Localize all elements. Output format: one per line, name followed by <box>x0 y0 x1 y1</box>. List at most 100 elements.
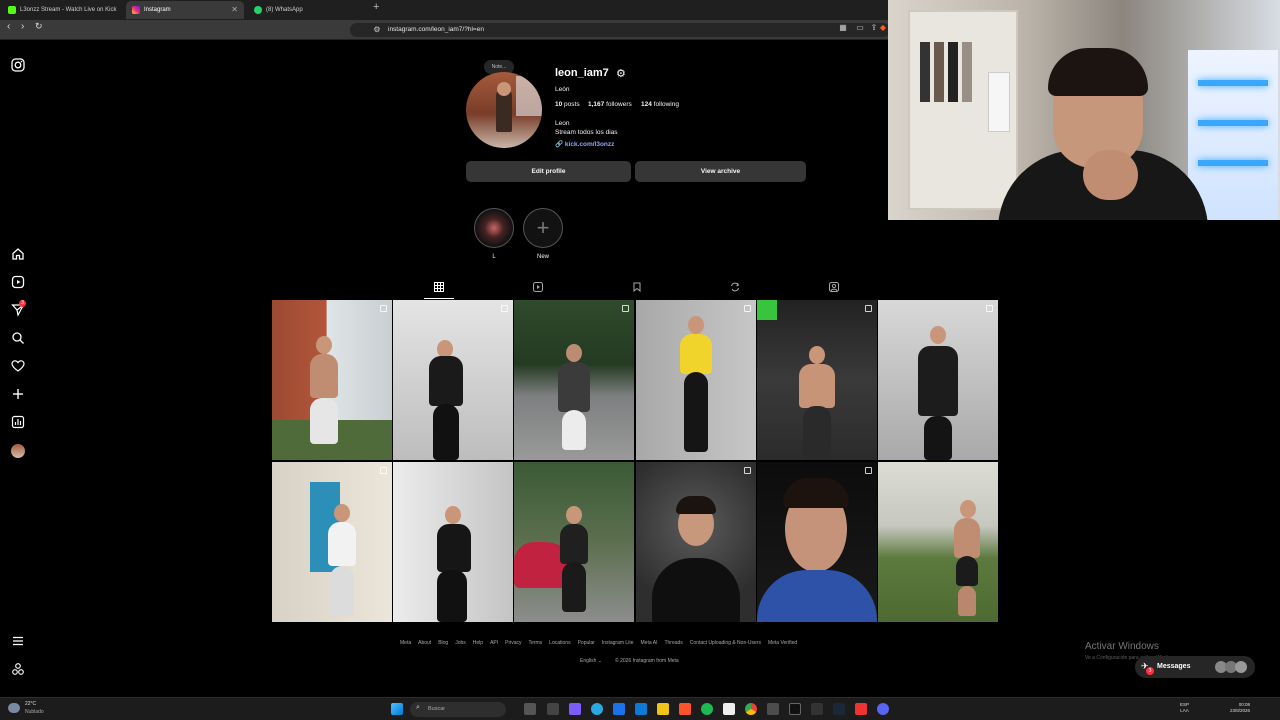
site-info-icon[interactable]: ⚙ <box>372 25 382 35</box>
footer-link[interactable]: Meta <box>400 640 411 646</box>
home-icon[interactable] <box>10 247 26 263</box>
create-plus-icon[interactable] <box>10 387 26 403</box>
translate-icon[interactable]: ▦ <box>838 23 848 33</box>
multi-post-icon <box>865 467 872 474</box>
tab-tagged-icon[interactable] <box>828 282 840 294</box>
app-icon[interactable] <box>547 703 559 715</box>
footer-link[interactable]: API <box>490 640 498 646</box>
bio-text: Stream todos los dias <box>555 129 618 136</box>
windows-start-icon[interactable] <box>391 703 403 715</box>
system-clock[interactable]: 00:08 23/8/2026 <box>1230 702 1250 714</box>
multi-post-icon <box>744 305 751 312</box>
post-thumbnail[interactable] <box>393 462 513 622</box>
footer-link[interactable]: Meta AI <box>641 640 658 646</box>
edge-icon[interactable] <box>591 703 603 715</box>
followers-count[interactable]: 1,167 followers <box>588 101 632 108</box>
post-thumbnail[interactable] <box>272 462 392 622</box>
tab-kick[interactable]: L3onzz Stream - Watch Live on Kick <box>2 1 124 19</box>
settings-gear-icon[interactable]: ⚙ <box>616 67 626 80</box>
address-bar[interactable]: ⚙ instagram.com/leon_iam7/?hl=en <box>350 23 890 37</box>
footer-link[interactable]: Blog <box>438 640 448 646</box>
post-thumbnail[interactable] <box>878 300 998 460</box>
language-selector[interactable]: English ⌄ <box>580 658 602 664</box>
direct-messages-icon[interactable]: 3 <box>10 300 26 319</box>
post-thumbnail[interactable] <box>757 462 877 622</box>
footer-link[interactable]: Privacy <box>505 640 521 646</box>
tab-reposts-icon[interactable] <box>729 282 741 294</box>
app-icon[interactable] <box>723 703 735 715</box>
post-thumbnail[interactable] <box>636 462 756 622</box>
footer-link[interactable]: Instagram Lite <box>602 640 634 646</box>
spotify-icon[interactable] <box>701 703 713 715</box>
following-count[interactable]: 124 following <box>641 101 679 108</box>
instagram-icon <box>132 6 140 14</box>
post-thumbnail[interactable] <box>514 300 634 460</box>
cast-icon[interactable]: ▭ <box>855 23 865 33</box>
post-thumbnail[interactable] <box>878 462 998 622</box>
footer-link[interactable]: Contact Uploading & Non-Users <box>690 640 761 646</box>
post-thumbnail[interactable] <box>393 300 513 460</box>
steam-icon[interactable] <box>833 703 845 715</box>
tab-reels-icon[interactable] <box>532 282 544 294</box>
footer-link[interactable]: Help <box>473 640 483 646</box>
messages-button[interactable]: ✈ 3 Messages <box>1135 656 1255 678</box>
app-icon[interactable] <box>613 703 625 715</box>
multi-post-icon <box>744 467 751 474</box>
chrome-icon[interactable] <box>745 703 757 715</box>
input-language[interactable]: ESP LAA <box>1180 702 1189 714</box>
weather-description: Nublado <box>25 709 44 715</box>
view-archive-button[interactable]: View archive <box>635 161 806 182</box>
brave-icon[interactable] <box>679 703 691 715</box>
post-thumbnail[interactable] <box>514 462 634 622</box>
brave-shield-icon[interactable]: ◆ <box>878 23 888 33</box>
close-tab-icon[interactable]: ✕ <box>231 1 238 19</box>
forward-icon[interactable]: › <box>21 21 24 32</box>
file-explorer-icon[interactable] <box>657 703 669 715</box>
tab-label: (8) WhatsApp <box>266 7 303 13</box>
edit-profile-button[interactable]: Edit profile <box>466 161 631 182</box>
footer-link[interactable]: Jobs <box>455 640 466 646</box>
new-highlight-button[interactable]: + <box>523 208 563 248</box>
bio-link[interactable]: 🔗 kick.com/l3onzz <box>555 140 614 148</box>
footer-link[interactable]: Locations <box>549 640 570 646</box>
more-menu-icon[interactable] <box>10 634 26 650</box>
obs-icon[interactable] <box>789 703 801 715</box>
highlight-l[interactable] <box>474 208 514 248</box>
post-thumbnail[interactable] <box>636 300 756 460</box>
app-icon[interactable] <box>635 703 647 715</box>
new-tab-button[interactable]: + <box>373 1 379 13</box>
meta-apps-icon[interactable] <box>10 662 26 678</box>
reload-icon[interactable]: ↻ <box>35 21 43 32</box>
footer-link[interactable]: Terms <box>529 640 543 646</box>
dashboard-icon[interactable] <box>10 415 26 431</box>
heart-icon[interactable] <box>10 359 26 375</box>
taskbar-search[interactable]: ⌕ Buscar <box>410 702 506 717</box>
link-icon: 🔗 <box>555 141 564 148</box>
footer-link[interactable]: Threads <box>664 640 682 646</box>
messages-label: Messages <box>1157 663 1191 670</box>
task-view-icon[interactable] <box>524 703 536 715</box>
profile-avatar-icon[interactable] <box>10 443 26 459</box>
reels-icon[interactable] <box>10 275 26 291</box>
back-icon[interactable]: ‹ <box>7 21 10 32</box>
profile-avatar[interactable] <box>466 72 542 148</box>
app-icon[interactable] <box>855 703 867 715</box>
discord-icon[interactable] <box>877 703 889 715</box>
footer-link[interactable]: Popular <box>578 640 595 646</box>
post-thumbnail[interactable] <box>272 300 392 460</box>
footer-links: Meta About Blog Jobs Help API Privacy Terms Loca… <box>400 640 880 646</box>
search-icon[interactable] <box>10 331 26 347</box>
tab-instagram[interactable]: Instagram ✕ <box>126 1 244 19</box>
tab-saved-icon[interactable] <box>631 282 643 294</box>
app-icon[interactable] <box>811 703 823 715</box>
footer-link[interactable]: Meta Verified <box>768 640 797 646</box>
post-thumbnail[interactable] <box>757 300 877 460</box>
footer-link[interactable]: About <box>418 640 431 646</box>
tab-posts-grid-icon[interactable] <box>433 282 445 294</box>
app-icon[interactable] <box>569 703 581 715</box>
instagram-logo-icon[interactable] <box>10 58 26 74</box>
tab-whatsapp[interactable]: (8) WhatsApp <box>248 1 366 19</box>
webcam-overlay <box>888 0 1280 220</box>
app-icon[interactable] <box>767 703 779 715</box>
messages-badge: 3 <box>1146 667 1154 675</box>
